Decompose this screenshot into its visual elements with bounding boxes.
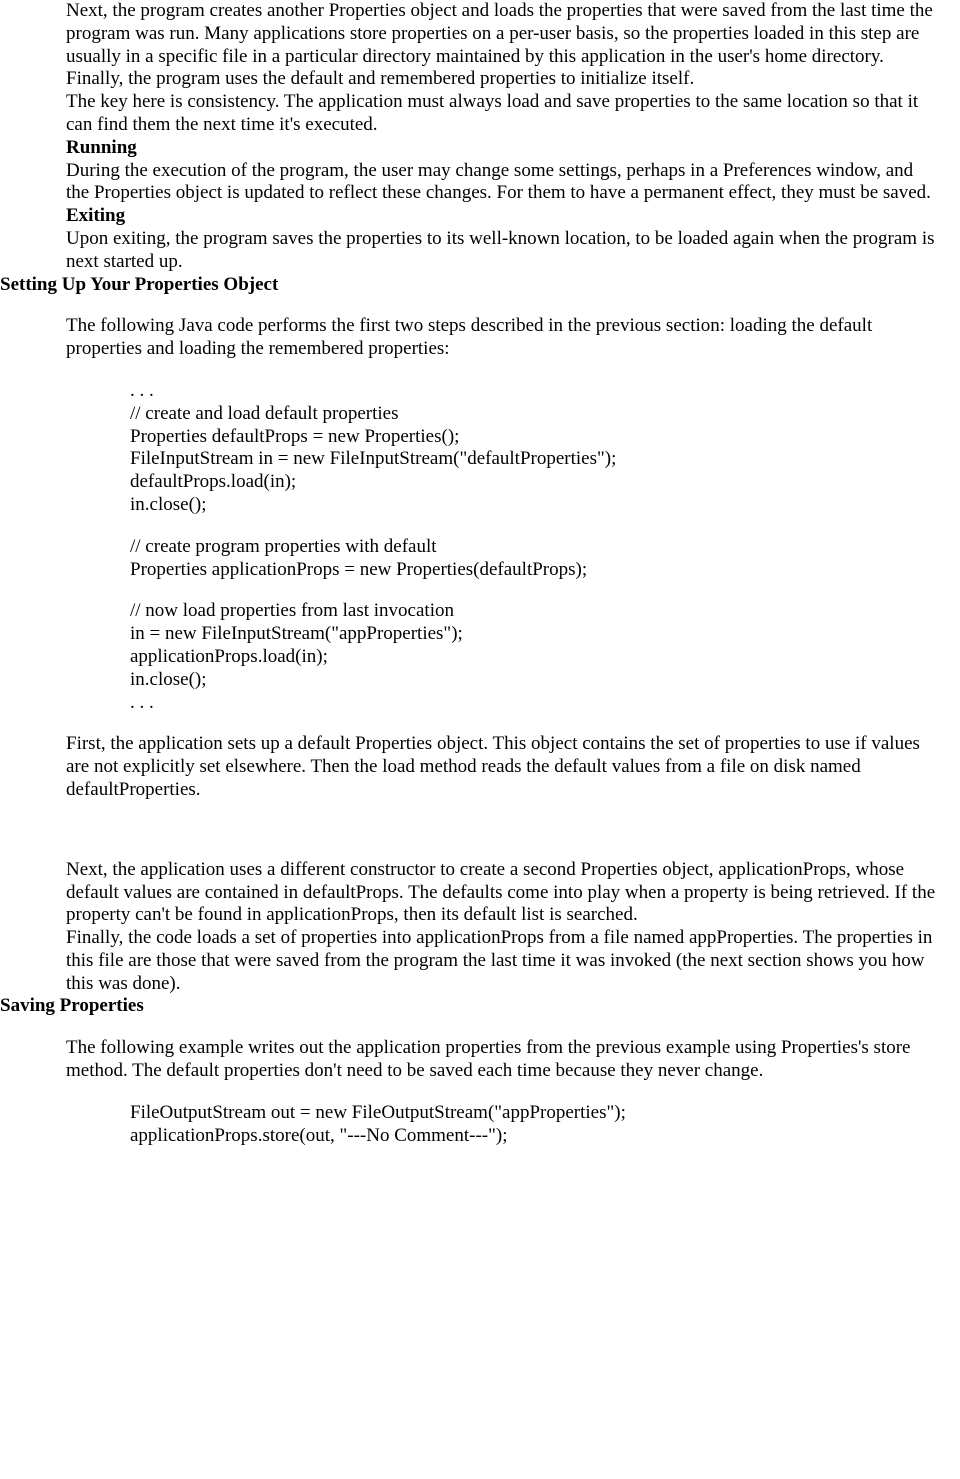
paragraph-saving: The following example writes out the app… <box>66 1037 940 1083</box>
code-line: . . . <box>130 692 940 715</box>
code-line: // create program properties with defaul… <box>130 536 940 559</box>
paragraph-after-3: Finally, the code loads a set of propert… <box>66 927 940 995</box>
code-line: in.close(); <box>130 494 940 517</box>
code-line: // now load properties from last invocat… <box>130 600 940 623</box>
code-block-setup: . . . // create and load default propert… <box>0 380 960 714</box>
code-line: FileInputStream in = new FileInputStream… <box>130 448 940 471</box>
code-line: defaultProps.load(in); <box>130 471 940 494</box>
heading-running: Running <box>66 137 940 160</box>
paragraph-setup: The following Java code performs the fir… <box>66 315 940 361</box>
paragraph-intro-2: The key here is consistency. The applica… <box>66 91 940 137</box>
code-line: FileOutputStream out = new FileOutputStr… <box>130 1102 940 1125</box>
code-line: applicationProps.load(in); <box>130 646 940 669</box>
code-line: // create and load default properties <box>130 403 940 426</box>
paragraph-running: During the execution of the program, the… <box>66 160 940 206</box>
heading-saving: Saving Properties <box>0 995 960 1018</box>
code-line: . . . <box>130 380 940 403</box>
paragraph-intro-1: Next, the program creates another Proper… <box>66 0 940 91</box>
code-block-saving: FileOutputStream out = new FileOutputStr… <box>0 1102 960 1148</box>
heading-exiting: Exiting <box>66 205 940 228</box>
code-line: Properties applicationProps = new Proper… <box>130 559 940 582</box>
paragraph-after-1: First, the application sets up a default… <box>66 733 940 801</box>
code-line: applicationProps.store(out, "---No Comme… <box>130 1125 940 1148</box>
paragraph-after-2: Next, the application uses a different c… <box>66 859 940 927</box>
code-line: in.close(); <box>130 669 940 692</box>
paragraph-exiting: Upon exiting, the program saves the prop… <box>66 228 940 274</box>
heading-setting-up: Setting Up Your Properties Object <box>0 274 960 297</box>
code-line: in = new FileInputStream("appProperties"… <box>130 623 940 646</box>
code-line: Properties defaultProps = new Properties… <box>130 426 940 449</box>
